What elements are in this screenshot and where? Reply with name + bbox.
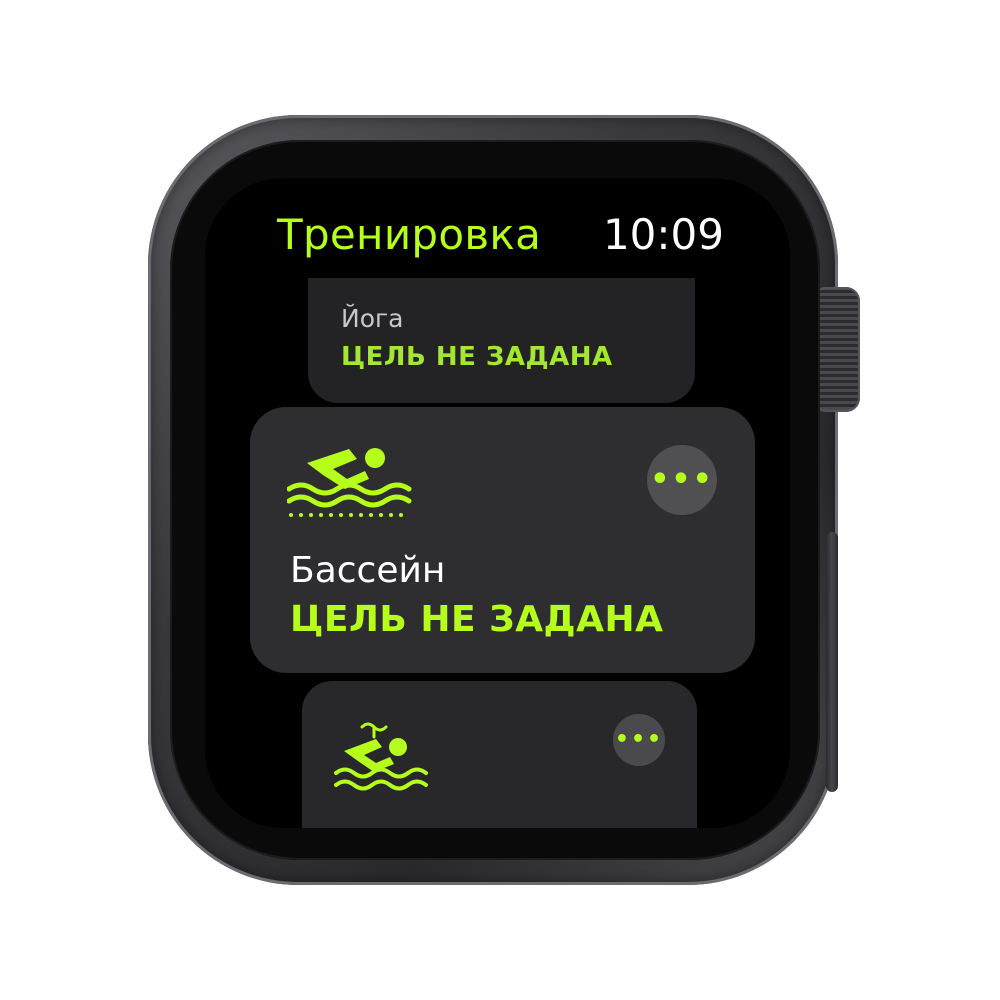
more-options-button[interactable]: ••• — [647, 445, 717, 515]
watch-screen: Тренировка 10:09 Йога ЦЕЛЬ НЕ ЗАДАНА •••… — [205, 178, 790, 828]
ellipsis-icon: ••• — [650, 462, 714, 497]
more-options-button[interactable]: ••• — [613, 714, 665, 766]
open-water-swim-icon — [332, 717, 432, 797]
workout-goal: ЦЕЛЬ НЕ ЗАДАНА — [341, 342, 613, 372]
watch-product-shot: Тренировка 10:09 Йога ЦЕЛЬ НЕ ЗАДАНА •••… — [0, 0, 1000, 1000]
workout-card-pool-swim[interactable]: ••• Бассейн ЦЕЛЬ НЕ ЗАДАНА — [250, 407, 755, 673]
ellipsis-icon: ••• — [614, 727, 664, 752]
workout-card-open-water-swim[interactable]: ••• — [302, 681, 697, 828]
workout-card-yoga[interactable]: Йога ЦЕЛЬ НЕ ЗАДАНА — [308, 278, 695, 403]
app-title: Тренировка — [277, 210, 542, 259]
pool-swim-icon — [287, 445, 412, 520]
side-button[interactable] — [826, 532, 838, 792]
status-time: 10:09 — [602, 210, 724, 259]
workout-goal: ЦЕЛЬ НЕ ЗАДАНА — [290, 599, 664, 640]
workout-name: Йога — [341, 304, 404, 333]
workout-name: Бассейн — [290, 550, 446, 591]
